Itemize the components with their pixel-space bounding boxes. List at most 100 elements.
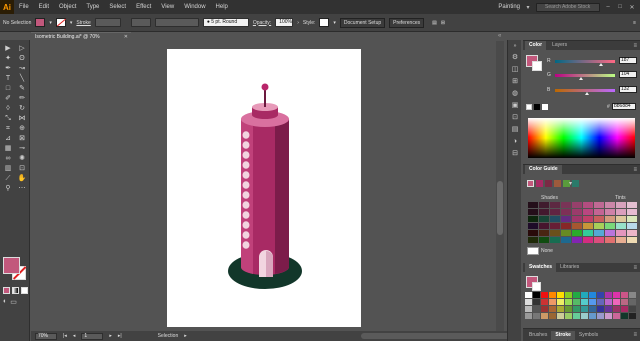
menu-help[interactable]: Help	[211, 4, 233, 10]
artboard-number-field[interactable]: 1	[81, 332, 104, 340]
panel-stroke-swatch[interactable]	[532, 61, 542, 71]
color-guide-cell[interactable]	[583, 223, 593, 229]
gradient-icon[interactable]: ▤	[508, 124, 522, 136]
swatch-cell[interactable]	[597, 292, 604, 298]
color-guide-cell[interactable]	[561, 209, 571, 215]
swatch-cell[interactable]	[565, 299, 572, 305]
swatch-cell[interactable]	[581, 306, 588, 312]
tab-libraries[interactable]: Libraries	[556, 263, 583, 272]
color-guide-cell[interactable]	[550, 223, 560, 229]
color-guide-cell[interactable]	[550, 216, 560, 222]
opacity-label[interactable]: Opacity:	[253, 20, 271, 26]
swatch-cell[interactable]	[605, 306, 612, 312]
tab-stroke[interactable]: Stroke	[551, 330, 575, 340]
stock-search-input[interactable]: Search Adobe Stock	[536, 2, 600, 12]
none-color-swatch[interactable]	[527, 247, 539, 255]
panel-menu-icon[interactable]: ≡	[633, 43, 640, 49]
color-guide-cell[interactable]	[528, 237, 538, 243]
color-guide-cell[interactable]	[616, 216, 626, 222]
blue-thumb[interactable]	[585, 92, 589, 95]
panel-menu-icon[interactable]: ≡	[633, 20, 636, 26]
color-guide-cell[interactable]	[583, 216, 593, 222]
maximize-icon[interactable]: □	[616, 4, 624, 10]
tab-symbols[interactable]: Symbols	[575, 331, 602, 340]
swatch-cell[interactable]	[629, 292, 636, 298]
swatch-cell[interactable]	[533, 306, 540, 312]
stroke-label[interactable]: Stroke	[76, 20, 90, 26]
color-guide-cell[interactable]	[594, 216, 604, 222]
direct-selection-tool-icon[interactable]: ▷	[16, 44, 28, 53]
color-spectrum[interactable]	[528, 118, 635, 158]
swatch-cell[interactable]	[613, 306, 620, 312]
red-slider[interactable]: R 187	[547, 57, 637, 68]
swatch-cell[interactable]	[589, 292, 596, 298]
color-guide-cell[interactable]	[539, 237, 549, 243]
fill-color-box[interactable]	[3, 257, 20, 274]
none-mode-button[interactable]	[21, 287, 28, 294]
color-guide-cell[interactable]	[528, 202, 538, 208]
color-guide-cell[interactable]	[583, 237, 593, 243]
fill-stroke-widget[interactable]	[3, 257, 29, 283]
artboards-icon[interactable]: ⊡	[508, 112, 522, 124]
color-guide-cell[interactable]	[528, 209, 538, 215]
swatch-cell[interactable]	[565, 306, 572, 312]
color-guide-cell[interactable]	[605, 223, 615, 229]
fill-swatch[interactable]	[35, 18, 46, 27]
color-guide-cell[interactable]	[539, 230, 549, 236]
gradient-tool-icon[interactable]: ▦	[2, 144, 14, 153]
menu-object[interactable]: Object	[54, 4, 81, 10]
perspective-grid-tool-icon[interactable]: ⊿	[2, 134, 14, 143]
close-icon[interactable]: ✕	[628, 4, 636, 11]
menu-window[interactable]: Window	[179, 4, 210, 10]
color-guide-cell[interactable]	[627, 209, 637, 215]
next-artboard-icon[interactable]: ▸	[109, 333, 112, 339]
swatch-cell[interactable]	[557, 306, 564, 312]
selection-tool-icon[interactable]: ▶	[2, 44, 14, 53]
isometric-building-artwork[interactable]	[167, 49, 361, 327]
horizontal-scrollbar[interactable]	[361, 333, 521, 339]
color-guide-cell[interactable]	[627, 223, 637, 229]
black-swatch[interactable]	[534, 104, 540, 110]
graphic-styles-icon[interactable]: ▣	[508, 100, 522, 112]
color-guide-cell[interactable]	[572, 223, 582, 229]
swatch-cell[interactable]	[565, 313, 572, 319]
color-guide-cell[interactable]	[550, 202, 560, 208]
draw-mode-icon[interactable]: ◐	[3, 298, 7, 306]
color-guide-cell[interactable]	[528, 223, 538, 229]
brush-dropdown[interactable]: ● 5 pt. Round	[202, 18, 249, 27]
swatch-cell[interactable]	[525, 306, 532, 312]
antenna[interactable]	[264, 89, 266, 107]
paintbrush-tool-icon[interactable]: ✎	[16, 84, 28, 93]
color-guide-cell[interactable]	[539, 223, 549, 229]
color-guide-cell[interactable]	[528, 216, 538, 222]
swatch-cell[interactable]	[541, 292, 548, 298]
color-guide-cell[interactable]	[539, 209, 549, 215]
stroke-swatch[interactable]	[55, 18, 66, 27]
pencil-tool-icon[interactable]: ✏	[16, 94, 28, 103]
color-guide-cell[interactable]	[550, 237, 560, 243]
swatch-cell[interactable]	[621, 299, 628, 305]
scrollbar-thumb[interactable]	[497, 181, 503, 235]
minimize-icon[interactable]: –	[604, 4, 612, 10]
column-graph-tool-icon[interactable]: ▥	[2, 164, 14, 173]
swatch-cell[interactable]	[557, 299, 564, 305]
color-guide-cell[interactable]	[605, 237, 615, 243]
swatch-cell[interactable]	[605, 292, 612, 298]
color-guide-cell[interactable]	[605, 209, 615, 215]
color-guide-cell[interactable]	[561, 223, 571, 229]
eyedropper-tool-icon[interactable]: ⊸	[16, 144, 28, 153]
swatch-cell[interactable]	[573, 299, 580, 305]
variable-width-dropdown[interactable]	[130, 18, 151, 27]
swatches-grid[interactable]	[525, 292, 636, 319]
rotate-tool-icon[interactable]: ↻	[16, 104, 28, 113]
color-guide-cell[interactable]	[572, 237, 582, 243]
chevron-right-icon[interactable]: ›	[297, 20, 299, 26]
rectangle-tool-icon[interactable]: □	[2, 84, 14, 93]
chevron-down-icon[interactable]: ▾	[333, 20, 336, 26]
green-thumb[interactable]	[579, 77, 583, 80]
green-track[interactable]	[555, 74, 615, 77]
color-guide-cell[interactable]	[539, 202, 549, 208]
swatch-cell[interactable]	[589, 306, 596, 312]
tab-brushes[interactable]: Brushes	[525, 331, 551, 340]
color-guide-cell[interactable]	[561, 202, 571, 208]
